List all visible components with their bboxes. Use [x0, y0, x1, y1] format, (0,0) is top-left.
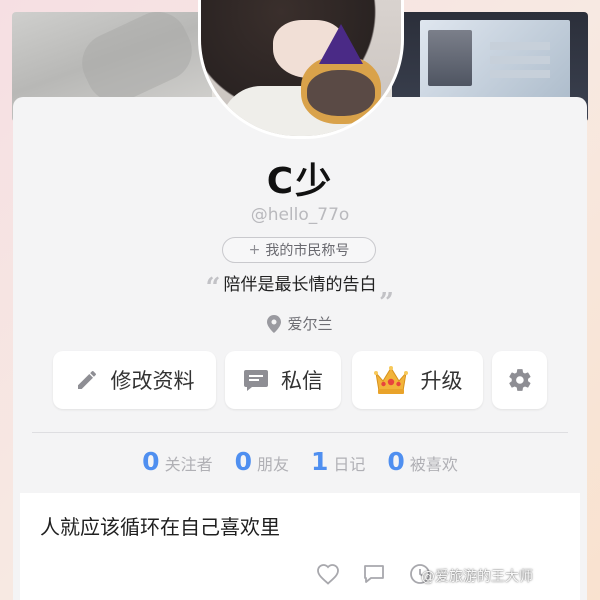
profile-location: 爱尔兰 — [0, 313, 600, 334]
settings-button[interactable] — [492, 351, 547, 409]
pencil-icon — [75, 368, 99, 392]
location-text: 爱尔兰 — [287, 315, 333, 333]
stat-value: 1 — [311, 447, 329, 476]
bio-text: 陪伴是最长情的告白 — [223, 275, 377, 295]
plus-icon: + — [248, 242, 261, 258]
heart-icon[interactable] — [316, 563, 340, 585]
stat-followers[interactable]: 0 关注者 — [142, 447, 212, 476]
message-button[interactable]: 私信 — [225, 351, 341, 409]
stats-bar: 0 关注者 0 朋友 1 日记 0 被喜欢 — [0, 447, 600, 479]
stat-value: 0 — [387, 447, 405, 476]
profile-handle: @hello_77o — [250, 205, 350, 225]
gear-icon — [507, 367, 533, 393]
close-quote-icon: „ — [379, 273, 395, 303]
upgrade-label: 升级 — [420, 369, 463, 393]
stat-value: 0 — [234, 447, 252, 476]
stat-label: 被喜欢 — [409, 455, 458, 474]
profile-name: C少 — [266, 161, 334, 202]
edit-profile-button[interactable]: 修改资料 — [53, 351, 216, 409]
citizen-title-button[interactable]: + 我的市民称号 — [222, 237, 376, 263]
location-pin-icon — [267, 314, 282, 333]
message-bubble-icon — [243, 368, 269, 392]
stat-label: 关注者 — [164, 455, 213, 474]
stat-friends[interactable]: 0 朋友 — [235, 447, 289, 476]
crown-icon — [373, 365, 409, 395]
avatar[interactable] — [198, 0, 404, 139]
stat-diaries[interactable]: 1 日记 — [311, 447, 365, 476]
stat-liked[interactable]: 0 被喜欢 — [387, 447, 457, 476]
message-label: 私信 — [281, 369, 323, 393]
post-text: 人就应该循环在自己喜欢里 — [40, 515, 280, 539]
divider — [32, 432, 568, 433]
stat-label: 朋友 — [256, 455, 289, 474]
edit-profile-label: 修改资料 — [110, 369, 195, 393]
citizen-title-label: 我的市民称号 — [265, 243, 350, 259]
stat-value: 0 — [142, 447, 160, 476]
comment-icon[interactable] — [362, 563, 386, 585]
watermark: @爱旅游的王大师 — [421, 569, 533, 585]
upgrade-button[interactable]: 升级 — [352, 351, 483, 409]
stat-label: 日记 — [333, 455, 366, 474]
profile-bio: “陪伴是最长情的告白 „ — [0, 270, 600, 303]
open-quote-icon: “ — [205, 273, 221, 303]
